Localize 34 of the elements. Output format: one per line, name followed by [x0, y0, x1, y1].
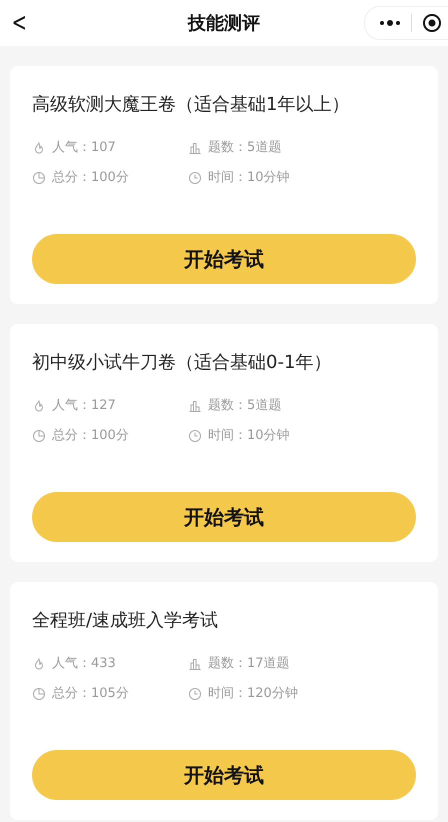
exam-stat: 人气：107 [52, 139, 116, 157]
exam-stat: 题数：5道题 [208, 397, 282, 415]
bar-chart-icon [188, 399, 202, 413]
pie-chart-icon [32, 429, 46, 443]
clock-icon [188, 687, 202, 701]
exam-stat: 题数：17道题 [208, 655, 290, 673]
exam-stat: 总分：100分 [52, 427, 129, 445]
exam-stat: 时间：120分钟 [208, 685, 298, 703]
exam-stat: 时间：10分钟 [208, 427, 290, 445]
start-exam-button[interactable]: 开始考试 [32, 750, 416, 800]
bar-chart-icon [188, 141, 202, 155]
flame-icon [32, 399, 46, 413]
exam-stat: 人气：127 [52, 397, 116, 415]
exam-stat: 题数：5道题 [208, 139, 282, 157]
close-icon[interactable] [422, 13, 442, 33]
clock-icon [188, 171, 202, 185]
pie-chart-icon [32, 171, 46, 185]
start-exam-button[interactable]: 开始考试 [32, 234, 416, 284]
bar-chart-icon [188, 657, 202, 671]
exam-stat: 总分：105分 [52, 685, 129, 703]
exam-title: 高级软测大魔王卷（适合基础1年以上） [32, 93, 350, 117]
flame-icon [32, 657, 46, 671]
exam-stat: 人气：433 [52, 655, 116, 673]
start-exam-button[interactable]: 开始考试 [32, 492, 416, 542]
back-button[interactable]: < [12, 10, 28, 36]
exam-title: 初中级小试牛刀卷（适合基础0-1年） [32, 351, 332, 375]
clock-icon [188, 429, 202, 443]
exam-title: 全程班/速成班入学考试 [32, 609, 220, 633]
more-icon[interactable] [379, 19, 401, 27]
pie-chart-icon [32, 687, 46, 701]
exam-stat: 总分：100分 [52, 169, 129, 187]
page-title: 技能测评 [188, 13, 260, 34]
exam-stat: 时间：10分钟 [208, 169, 290, 187]
flame-icon [32, 141, 46, 155]
